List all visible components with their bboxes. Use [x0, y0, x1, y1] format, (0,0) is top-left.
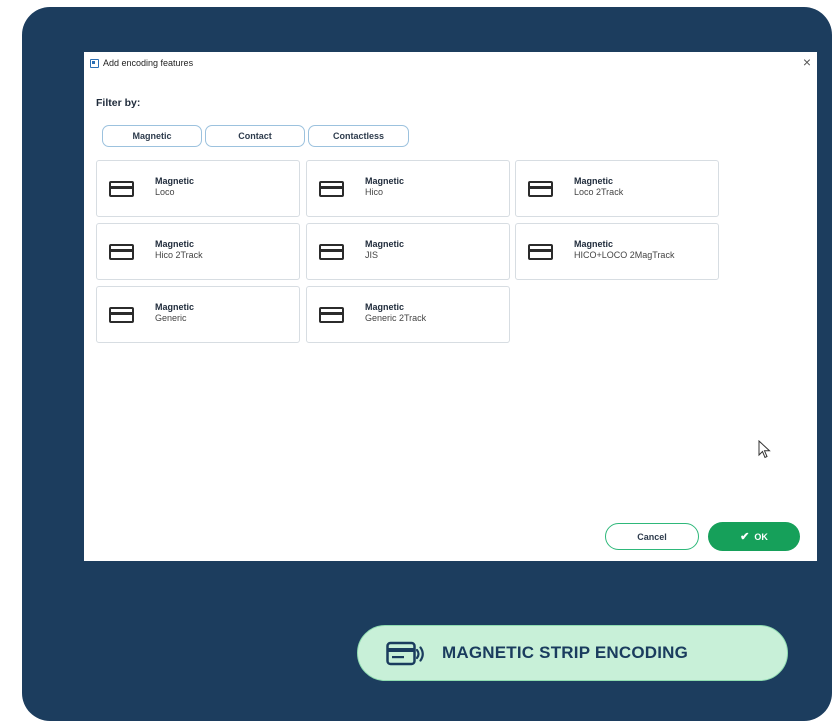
magnetic-card-icon [109, 181, 134, 197]
encoding-card-hico-2track[interactable]: Magnetic Hico 2Track [96, 223, 300, 280]
add-encoding-features-dialog: Add encoding features × Filter by: Magne… [84, 52, 817, 561]
feature-badge: MAGNETIC STRIP ENCODING [357, 625, 788, 681]
close-icon[interactable]: × [803, 55, 811, 69]
magnetic-card-icon [528, 181, 553, 197]
magnetic-card-icon [319, 307, 344, 323]
magnetic-card-icon [319, 181, 344, 197]
filter-label: Filter by: [96, 97, 141, 109]
card-title: Magnetic [365, 302, 405, 312]
card-subtitle: Generic [155, 313, 187, 323]
magnetic-card-icon [109, 307, 134, 323]
card-subtitle: Loco [155, 187, 175, 197]
encoding-card-loco-2track[interactable]: Magnetic Loco 2Track [515, 160, 719, 217]
magnetic-card-icon [109, 244, 134, 260]
card-subtitle: Hico [365, 187, 384, 197]
magnetic-card-icon [528, 244, 553, 260]
card-subtitle: HICO+LOCO 2MagTrack [574, 250, 675, 260]
ok-button[interactable]: ✔ OK [708, 522, 800, 551]
card-title: Magnetic [365, 176, 405, 186]
card-subtitle: Generic 2Track [365, 313, 427, 323]
filter-contact-button[interactable]: Contact [205, 125, 305, 147]
card-subtitle: Hico 2Track [155, 250, 203, 260]
background-panel: Add encoding features × Filter by: Magne… [22, 7, 832, 721]
app-icon [90, 59, 99, 68]
encoding-card-hico-loco-2magtrack[interactable]: Magnetic HICO+LOCO 2MagTrack [515, 223, 719, 280]
magnetic-card-reader-icon [386, 641, 424, 666]
cancel-button[interactable]: Cancel [605, 523, 699, 550]
encoding-card-loco[interactable]: Magnetic Loco [96, 160, 300, 217]
magnetic-card-icon [319, 244, 344, 260]
card-title: Magnetic [155, 302, 195, 312]
check-icon: ✔ [740, 531, 750, 543]
mouse-pointer-icon [758, 440, 771, 459]
card-title: Magnetic [365, 239, 405, 249]
card-subtitle: Loco 2Track [574, 187, 624, 197]
filter-magnetic-button[interactable]: Magnetic [102, 125, 202, 147]
title-bar: Add encoding features × [84, 52, 817, 78]
card-subtitle: JIS [365, 250, 379, 260]
window-title: Add encoding features [103, 58, 194, 68]
encoding-card-hico[interactable]: Magnetic Hico [306, 160, 510, 217]
encoding-card-generic-2track[interactable]: Magnetic Generic 2Track [306, 286, 510, 343]
card-title: Magnetic [155, 239, 195, 249]
encoding-card-jis[interactable]: Magnetic JIS [306, 223, 510, 280]
card-title: Magnetic [574, 239, 614, 249]
encoding-card-generic[interactable]: Magnetic Generic [96, 286, 300, 343]
filter-contactless-button[interactable]: Contactless [308, 125, 409, 147]
card-title: Magnetic [574, 176, 614, 186]
card-title: Magnetic [155, 176, 195, 186]
ok-button-label: OK [754, 531, 768, 542]
badge-label: MAGNETIC STRIP ENCODING [442, 643, 689, 662]
